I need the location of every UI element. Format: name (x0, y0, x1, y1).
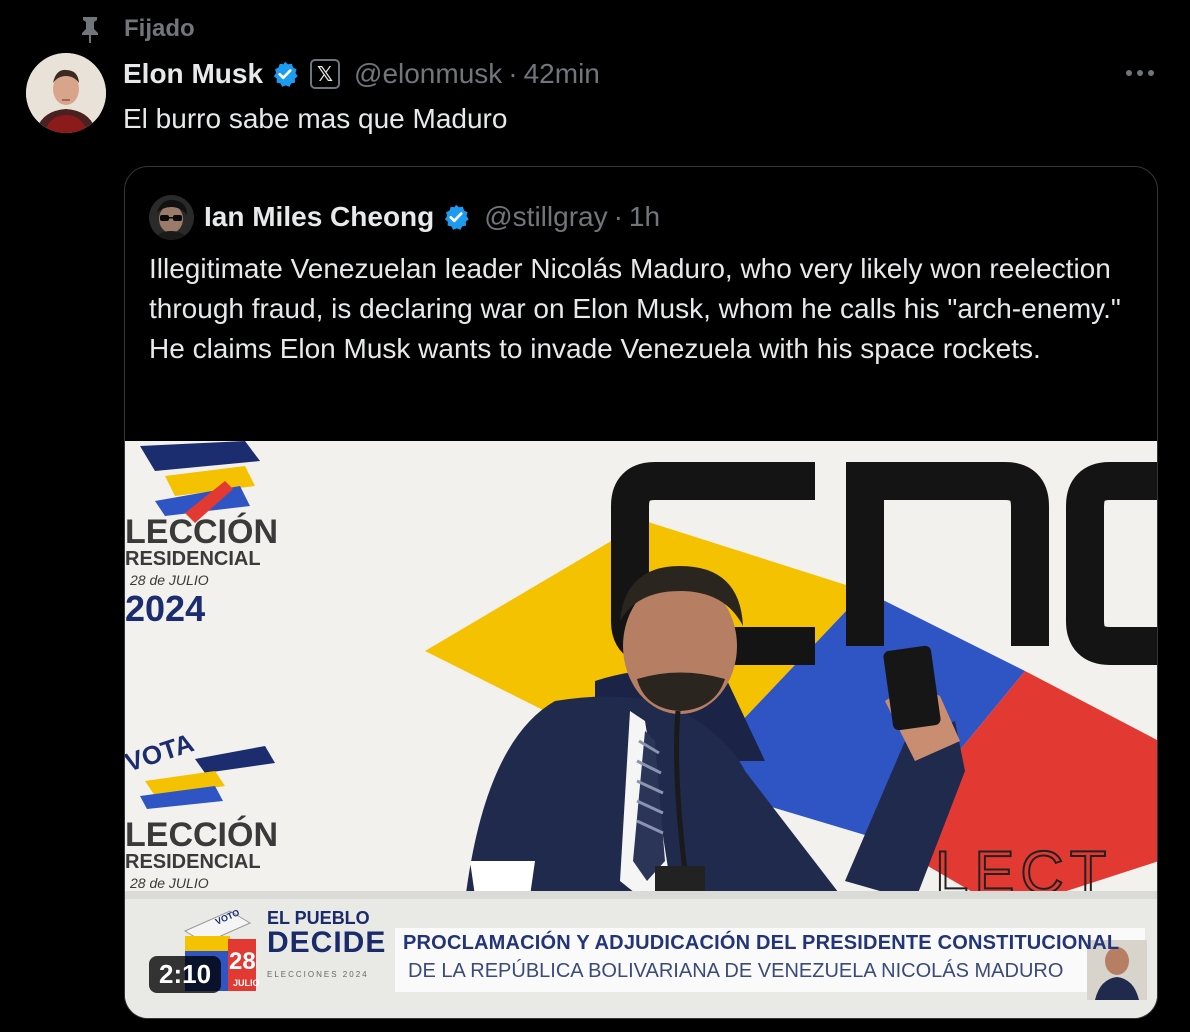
pinned-label: Fijado (124, 15, 195, 42)
pinned-indicator: Fijado (78, 12, 195, 46)
top-logo-line1: LECCIÓN (125, 513, 278, 551)
banner-line1: PROCLAMACIÓN Y ADJUDICACIÓN DEL PRESIDEN… (403, 932, 1120, 954)
tweet-header: Elon Musk 𝕏 @elonmusk · 42min (123, 54, 600, 94)
verified-badge-icon (442, 203, 470, 231)
quoted-tweet-text: Illegitimate Venezuelan leader Nicolás M… (149, 253, 1121, 364)
bottom-logo-line3: 28 de JULIO (129, 875, 209, 891)
separator: · (613, 201, 623, 232)
bottom-logo-line1: LECCIÓN (125, 816, 278, 854)
video-player[interactable]: LECCIÓN RESIDENCIAL 28 de JULIO 2024 VOT… (125, 441, 1157, 1018)
pin-icon (78, 15, 102, 43)
pueblo-line3: ELECCIONES 2024 (267, 970, 369, 979)
quoted-author-name[interactable]: Ian Miles Cheong (204, 201, 434, 233)
quoted-avatar (149, 194, 194, 240)
more-options-icon[interactable] (1120, 58, 1160, 88)
bottom-logo-line2: RESIDENCIAL (125, 851, 261, 873)
top-logo-line2: RESIDENCIAL (125, 548, 261, 570)
lower-third-banner: EL PUEBLO DECIDE ELECCIONES 2024 PROCLAM… (125, 896, 1157, 996)
separator: · (508, 58, 518, 89)
quoted-timestamp[interactable]: 1h (629, 201, 660, 233)
x-affiliation-icon[interactable]: 𝕏 (310, 59, 341, 89)
author-handle[interactable]: @elonmusk (354, 58, 502, 90)
quoted-author-handle[interactable]: @stillgray (484, 201, 607, 233)
quoted-tweet[interactable]: Ian Miles Cheong @stillgray · 1h Illegit… (124, 166, 1158, 1019)
top-logo-year: 2024 (125, 588, 205, 629)
avatar[interactable] (26, 53, 106, 133)
verified-badge-icon[interactable] (271, 60, 299, 88)
banner-line2: DE LA REPÚBLICA BOLIVARIANA DE VENEZUELA… (408, 960, 1064, 982)
top-logo-line3: 28 de JULIO (129, 572, 209, 588)
pueblo-line2: DECIDE (267, 926, 387, 959)
tweet-text: El burro sabe mas que Maduro (123, 103, 508, 134)
quoted-tweet-header: Ian Miles Cheong @stillgray · 1h (149, 194, 660, 240)
author-name[interactable]: Elon Musk (123, 58, 263, 90)
video-duration-badge: 2:10 (149, 956, 222, 993)
timestamp[interactable]: 42min (524, 58, 600, 90)
